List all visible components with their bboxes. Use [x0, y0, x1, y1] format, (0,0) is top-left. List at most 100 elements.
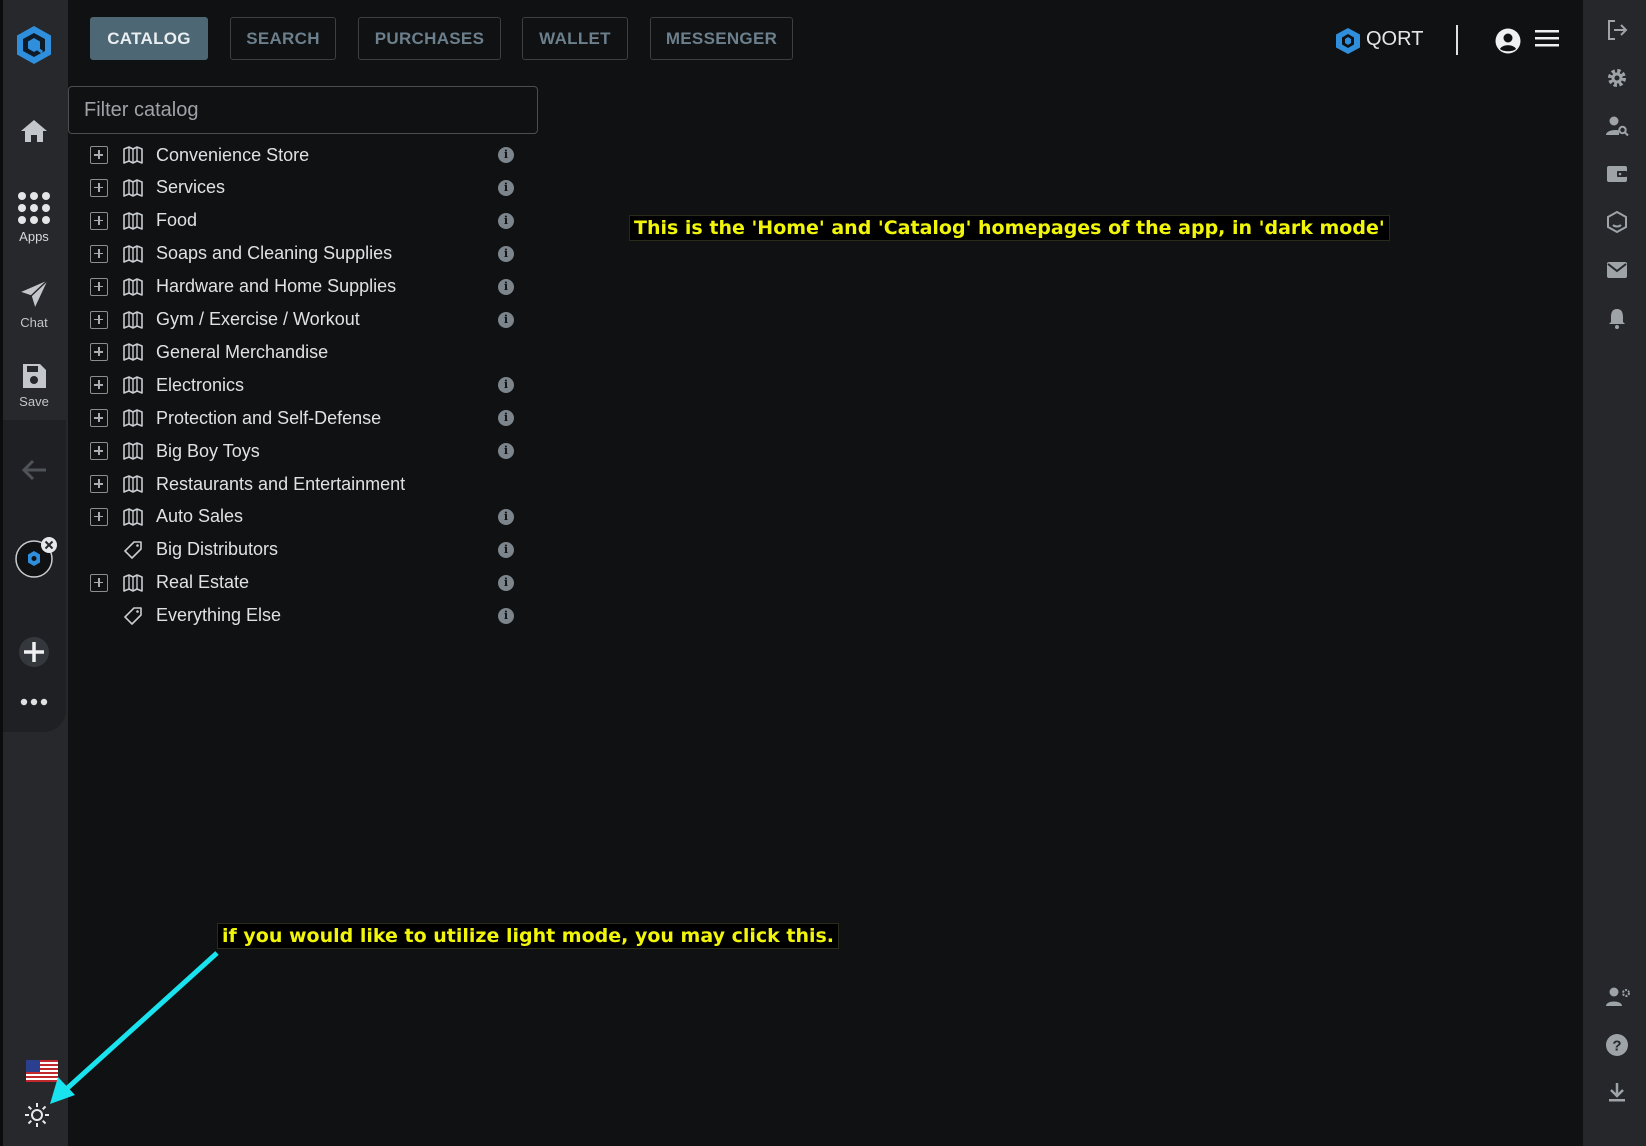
info-icon[interactable]: i: [498, 443, 514, 460]
expand-plus-icon[interactable]: [90, 310, 108, 329]
tab-catalog[interactable]: CATALOG: [90, 17, 208, 60]
info-icon[interactable]: i: [498, 179, 514, 196]
catalog-item-label: Protection and Self-Defense: [156, 407, 382, 428]
qortal-logo-icon[interactable]: [14, 24, 54, 66]
catalog-book-icon: [122, 309, 144, 331]
catalog-book-icon: [122, 341, 144, 363]
expand-plus-icon[interactable]: [90, 211, 108, 230]
language-flag-icon[interactable]: [26, 1060, 58, 1082]
catalog-item[interactable]: Services i: [90, 173, 520, 203]
catalog-item[interactable]: Big Boy Toys i: [90, 436, 520, 466]
catalog-book-icon: [122, 374, 144, 396]
apps-grid-icon: [18, 192, 50, 224]
expand-plus-icon[interactable]: [90, 146, 108, 164]
apps-nav-label: Apps: [19, 229, 49, 244]
catalog-item-label: Convenience Store: [156, 144, 310, 165]
catalog-item-label: Hardware and Home Supplies: [156, 276, 397, 297]
info-icon[interactable]: i: [498, 508, 514, 525]
notification-bell-icon[interactable]: [1605, 306, 1629, 330]
info-icon[interactable]: i: [498, 607, 514, 624]
send-icon: [17, 277, 51, 311]
catalog-item-label: Food: [156, 210, 198, 231]
catalog-item[interactable]: Big Distributors i: [90, 535, 520, 565]
expand-plus-icon[interactable]: [90, 277, 108, 296]
catalog-item[interactable]: Electronics i: [90, 370, 520, 400]
catalog-item-label: Soaps and Cleaning Supplies: [156, 243, 393, 264]
catalog-item[interactable]: Gym / Exercise / Workout i: [90, 305, 520, 335]
filter-catalog-input[interactable]: [68, 86, 538, 134]
expand-plus-icon[interactable]: [90, 376, 108, 395]
add-icon[interactable]: [18, 636, 50, 668]
save-icon: [23, 364, 46, 388]
info-icon[interactable]: i: [498, 147, 514, 163]
catalog-item[interactable]: Food i: [90, 206, 520, 236]
expand-plus-icon[interactable]: [90, 507, 108, 526]
back-arrow-icon[interactable]: [20, 458, 48, 482]
catalog-book-icon: [122, 210, 144, 232]
info-icon[interactable]: i: [498, 212, 514, 229]
catalog-item-label: Services: [156, 177, 226, 198]
user-settings-icon[interactable]: [1605, 985, 1631, 1009]
help-icon[interactable]: ?: [1605, 1033, 1629, 1057]
catalog-book-icon: [122, 572, 144, 594]
catalog-item[interactable]: Restaurants and Entertainment: [90, 469, 520, 499]
tag-icon: [122, 605, 144, 627]
account-circle-icon[interactable]: [1495, 28, 1521, 54]
tab-purchases[interactable]: PURCHASES: [358, 17, 501, 60]
save-nav[interactable]: Save: [3, 362, 65, 409]
catalog-item[interactable]: Everything Else i: [90, 601, 520, 631]
catalog-item-label: Everything Else: [156, 605, 282, 626]
logout-icon[interactable]: [1605, 18, 1629, 42]
info-icon[interactable]: i: [498, 574, 514, 591]
expand-plus-icon[interactable]: [90, 178, 108, 197]
catalog-item[interactable]: Hardware and Home Supplies i: [90, 272, 520, 302]
open-app-avatar[interactable]: [13, 536, 61, 580]
catalog-item[interactable]: Real Estate i: [90, 568, 520, 598]
tab-wallet[interactable]: WALLET: [522, 17, 628, 60]
catalog-book-icon: [122, 144, 144, 166]
catalog-book-icon: [122, 276, 144, 298]
header-divider: [1456, 25, 1458, 55]
qort-balance-label[interactable]: QORT: [1366, 28, 1423, 51]
wallet-icon[interactable]: [1605, 162, 1629, 186]
expand-plus-icon[interactable]: [90, 409, 108, 428]
settings-gear-icon[interactable]: [1605, 66, 1629, 90]
hexagon-icon[interactable]: [1605, 210, 1629, 234]
hamburger-menu-icon[interactable]: [1535, 28, 1559, 48]
tab-messenger[interactable]: MESSENGER: [650, 17, 793, 60]
tab-search[interactable]: SEARCH: [230, 17, 336, 60]
chat-nav-label: Chat: [20, 315, 48, 330]
catalog-item[interactable]: Soaps and Cleaning Supplies i: [90, 239, 520, 269]
annotation-light-mode-note: if you would like to utilize light mode,…: [217, 923, 840, 949]
expand-plus-icon[interactable]: [90, 573, 108, 592]
chat-nav[interactable]: Chat: [3, 277, 65, 330]
expand-plus-icon[interactable]: [90, 343, 108, 362]
download-icon[interactable]: [1605, 1080, 1629, 1104]
save-nav-label: Save: [19, 394, 49, 409]
mail-icon[interactable]: [1605, 258, 1629, 282]
catalog-item-label: Restaurants and Entertainment: [156, 473, 406, 494]
expand-plus-icon[interactable]: [90, 475, 108, 493]
expand-plus-icon[interactable]: [90, 244, 108, 263]
info-icon[interactable]: i: [498, 245, 514, 262]
light-mode-toggle-icon[interactable]: [24, 1102, 50, 1128]
more-dots-icon[interactable]: [20, 697, 48, 707]
user-search-icon[interactable]: [1605, 114, 1629, 138]
catalog-item[interactable]: Convenience Store i: [90, 140, 520, 170]
catalog-item[interactable]: Protection and Self-Defense i: [90, 403, 520, 433]
catalog-item[interactable]: General Merchandise: [90, 337, 520, 367]
catalog-item[interactable]: Auto Sales i: [90, 502, 520, 532]
annotation-dark-mode-note: This is the 'Home' and 'Catalog' homepag…: [629, 215, 1390, 241]
info-icon[interactable]: i: [498, 311, 514, 328]
info-icon[interactable]: i: [498, 410, 514, 427]
expand-plus-icon[interactable]: [90, 442, 108, 461]
apps-nav[interactable]: Apps: [3, 191, 65, 244]
info-icon[interactable]: i: [498, 377, 514, 394]
home-nav[interactable]: [3, 118, 65, 144]
info-icon[interactable]: i: [498, 541, 514, 558]
info-icon[interactable]: i: [498, 278, 514, 295]
qort-coin-icon: [1336, 28, 1360, 54]
catalog-book-icon: [122, 243, 144, 265]
catalog-book-icon: [122, 177, 144, 199]
